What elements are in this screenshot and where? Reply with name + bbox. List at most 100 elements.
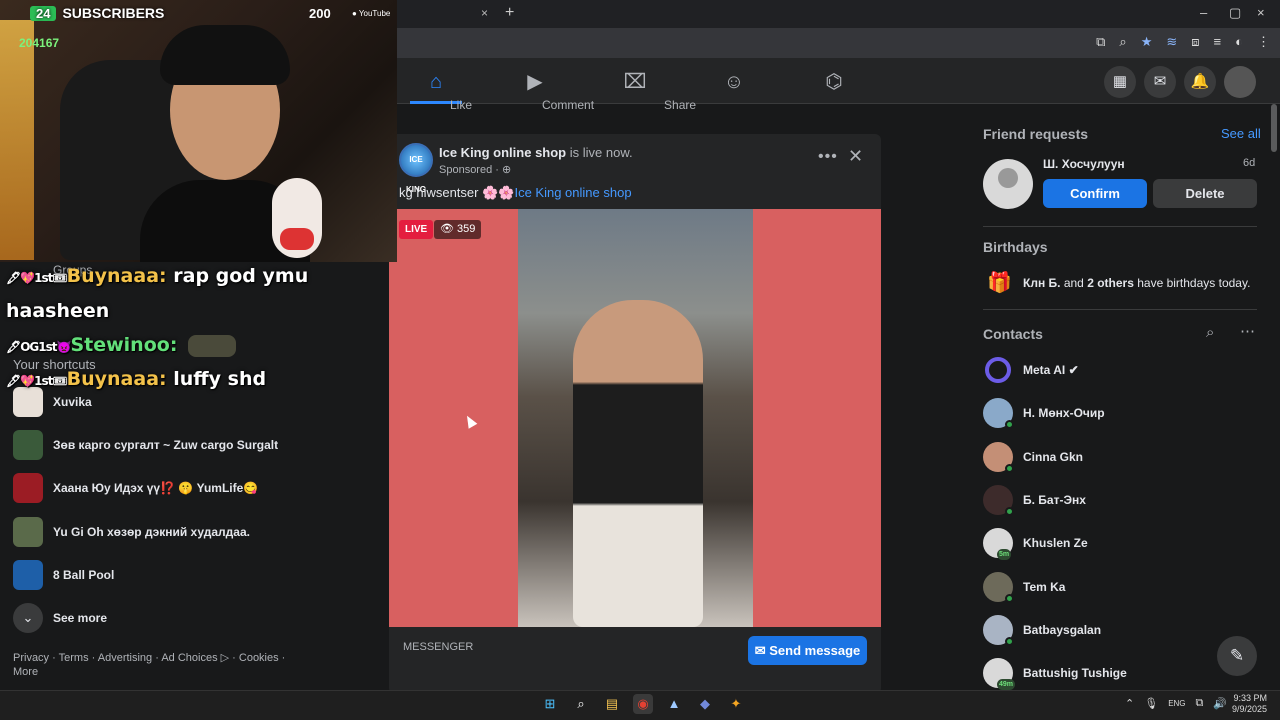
chat-emote bbox=[188, 334, 237, 357]
maximize-icon[interactable]: ▢ bbox=[1229, 5, 1241, 21]
cam-light bbox=[0, 20, 34, 260]
contacts-options-icon[interactable]: ⋯ bbox=[1240, 322, 1255, 340]
cam-hair bbox=[160, 25, 290, 85]
contact-name: Б. Бат-Энх bbox=[1023, 493, 1086, 507]
divider bbox=[983, 309, 1257, 310]
last-active-badge: 49m bbox=[997, 679, 1016, 690]
online-status-dot bbox=[1005, 464, 1014, 473]
cam-plush bbox=[272, 178, 322, 258]
new-tab-icon[interactable]: + bbox=[505, 4, 514, 22]
page-name-link[interactable]: Ice King online shop bbox=[439, 145, 566, 160]
chrome-icon[interactable]: ◉ bbox=[633, 694, 653, 714]
shortcut-icon bbox=[13, 473, 43, 503]
chat-username: Stewinoo bbox=[70, 334, 170, 356]
chat-message: 🖋💖1st🎟Buynaaa: luffy shd bbox=[6, 368, 266, 390]
see-all-link[interactable]: See all bbox=[1221, 126, 1261, 141]
browser-menu-icon[interactable]: ⋮ bbox=[1257, 34, 1270, 50]
chevron-down-icon[interactable]: ⌄ bbox=[13, 603, 43, 633]
footer-links[interactable]: Privacy · Terms · Advertising · Ad Choic… bbox=[13, 651, 298, 679]
delete-button[interactable]: Delete bbox=[1153, 179, 1257, 208]
comment-button[interactable]: Comment bbox=[542, 98, 594, 112]
online-status-dot bbox=[1005, 507, 1014, 516]
sub-label: SUBSCRIBERS bbox=[62, 5, 165, 21]
network-icon[interactable]: ⧉ bbox=[1196, 697, 1204, 710]
tray-chevron-icon[interactable]: ⌃ bbox=[1125, 697, 1134, 710]
like-button[interactable]: Like bbox=[450, 98, 472, 112]
chat-badges: 🖋💖1st🎟 bbox=[6, 271, 68, 285]
messenger-icon[interactable]: ✉ bbox=[1144, 66, 1176, 98]
minimize-icon[interactable]: – bbox=[1200, 5, 1207, 20]
video-icon[interactable]: ▶ bbox=[523, 70, 547, 94]
shortcut-label: Зөв карго сургалт ~ Zuw cargo Surgalt bbox=[53, 438, 279, 452]
chat-message: haasheen bbox=[6, 300, 109, 322]
friend-requests-heading: Friend requests bbox=[983, 126, 1089, 142]
contact-name: Meta AI ✔ bbox=[1023, 363, 1079, 377]
friend-request-name[interactable]: Ш. Хосчулуун bbox=[1043, 157, 1125, 171]
chat-text: rap god ymu bbox=[173, 265, 309, 287]
shortcut-label: Yu Gi Oh хөзөр дэкний худалдаа. bbox=[53, 525, 250, 539]
steam-icon[interactable]: ▲ bbox=[664, 694, 684, 714]
app-icon[interactable]: ✦ bbox=[726, 694, 746, 714]
chat-text: luffy shd bbox=[173, 368, 267, 390]
language-indicator[interactable]: ENG bbox=[1168, 697, 1185, 710]
clock-time: 9:33 PM bbox=[1233, 693, 1268, 703]
home-icon[interactable]: ⌂ bbox=[424, 70, 448, 94]
see-more-link[interactable]: See more bbox=[53, 611, 107, 625]
video-subject bbox=[573, 300, 703, 627]
extension-icon[interactable]: ≋ bbox=[1166, 34, 1177, 50]
live-badge: LIVE bbox=[399, 220, 434, 239]
subscriber-goal: 24 SUBSCRIBERS bbox=[30, 5, 164, 21]
profile-icon[interactable]: ◐ bbox=[1235, 34, 1243, 50]
marketplace-icon[interactable]: ⌧ bbox=[623, 70, 647, 94]
post-close-icon[interactable]: ✕ bbox=[848, 146, 863, 167]
gaming-icon[interactable]: ⌬ bbox=[822, 70, 846, 94]
page-avatar[interactable]: ICE KING bbox=[399, 143, 433, 194]
contact-name: Tem Ka bbox=[1023, 580, 1066, 594]
birthday-name[interactable]: Клн Б. bbox=[1023, 276, 1061, 290]
reading-list-icon[interactable]: ≡ bbox=[1214, 34, 1222, 50]
share-button[interactable]: Share bbox=[664, 98, 696, 112]
notifications-icon[interactable]: 🔔 bbox=[1184, 66, 1216, 98]
tab-close-icon[interactable]: × bbox=[481, 6, 488, 20]
confirm-button[interactable]: Confirm bbox=[1043, 179, 1147, 208]
menu-grid-icon[interactable]: ▦ bbox=[1104, 66, 1136, 98]
file-explorer-icon[interactable]: ▤ bbox=[602, 694, 622, 714]
start-icon[interactable]: ⊞ bbox=[540, 694, 560, 714]
extensions-puzzle-icon[interactable]: ⧈ bbox=[1191, 34, 1199, 50]
chat-colon: : bbox=[169, 334, 185, 356]
shortcut-icon bbox=[13, 560, 43, 590]
shortcut-label: Xuvika bbox=[53, 395, 92, 409]
search-contacts-icon[interactable]: ⌕ bbox=[1206, 324, 1214, 341]
caption-page-link[interactable]: Ice King online shop bbox=[514, 185, 631, 200]
clock[interactable]: 9:33 PM 9/9/2025 bbox=[1232, 693, 1267, 715]
install-icon[interactable]: ⧉ bbox=[1096, 34, 1105, 50]
zoom-icon[interactable]: ⌕ bbox=[1119, 34, 1126, 50]
microphone-icon[interactable]: 🎙 bbox=[1144, 697, 1158, 710]
groups-icon[interactable]: ☺ bbox=[722, 70, 746, 94]
bookmark-star-icon[interactable]: ★ bbox=[1141, 34, 1153, 50]
discord-icon[interactable]: ◆ bbox=[695, 694, 715, 714]
contact-avatar bbox=[985, 357, 1011, 383]
chat-text: haasheen bbox=[6, 300, 110, 322]
shortcut-icon bbox=[13, 387, 43, 417]
clock-date: 9/9/2025 bbox=[1232, 704, 1268, 714]
browser-toolbar-icons: ⧉ ⌕ ★ ≋ ⧈ ≡ ◐ ⋮ bbox=[1096, 34, 1270, 50]
volume-icon[interactable]: 🔊 bbox=[1213, 697, 1227, 710]
send-message-button[interactable]: ✉ Send message bbox=[748, 636, 867, 665]
search-icon[interactable]: ⌕ bbox=[571, 694, 591, 714]
chat-badges: 🖋OG1st👿 bbox=[6, 340, 71, 354]
online-status-dot bbox=[1005, 594, 1014, 603]
new-message-icon[interactable]: ✎ bbox=[1217, 636, 1257, 676]
close-window-icon[interactable]: × bbox=[1257, 5, 1265, 20]
post-options-icon[interactable]: ••• bbox=[818, 148, 838, 166]
gift-icon: 🎁 bbox=[987, 272, 1012, 294]
profile-avatar[interactable] bbox=[1224, 66, 1256, 98]
scrollbar[interactable] bbox=[1271, 104, 1277, 152]
divider bbox=[983, 226, 1257, 227]
friend-request-avatar[interactable] bbox=[983, 159, 1033, 209]
viewer-count-badge: 👁 359 bbox=[434, 220, 482, 239]
post-title: Ice King online shop is live now. bbox=[439, 145, 633, 160]
birthday-others[interactable]: 2 others bbox=[1087, 276, 1134, 290]
system-tray: ⌃ 🎙 ENG ⧉ 🔊 bbox=[1125, 697, 1227, 710]
shortcut-icon bbox=[13, 517, 43, 547]
